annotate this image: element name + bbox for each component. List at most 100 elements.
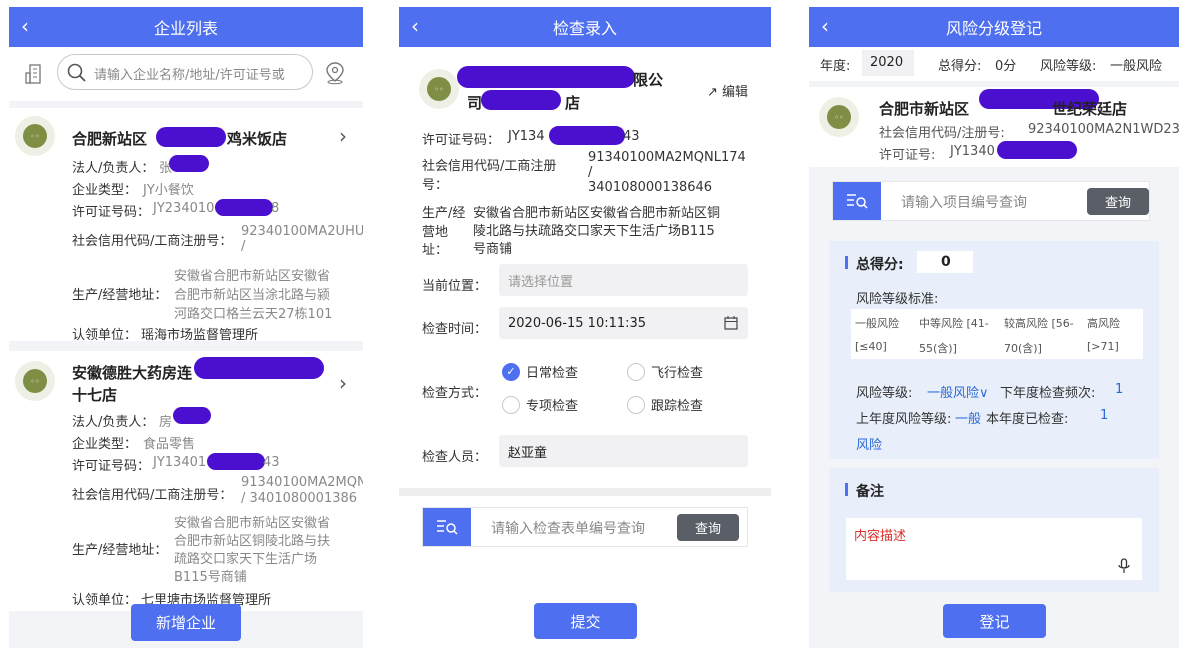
checkmark-icon: ✓ bbox=[502, 362, 520, 381]
enterprise-name: 限公 bbox=[633, 71, 664, 89]
page-title: 检查录入 bbox=[552, 19, 617, 38]
enterprise-name: 安徽德胜大药房连 bbox=[72, 364, 193, 382]
redaction bbox=[457, 66, 635, 88]
divider bbox=[399, 488, 771, 496]
location-pin-icon[interactable] bbox=[324, 61, 346, 85]
search-placeholder: 请输入企业名称/地址/许可证号或 bbox=[94, 68, 285, 83]
redaction bbox=[997, 141, 1077, 159]
credit-value: 92340100MA2N1WD23 bbox=[1028, 122, 1179, 137]
inspector-field[interactable]: 赵亚童 bbox=[499, 435, 748, 467]
method-option-daily[interactable]: ✓ 日常检查 bbox=[502, 362, 578, 381]
risk-level-select[interactable]: 一般风险∨ bbox=[927, 382, 989, 401]
top-bar: ‹ 企业列表 bbox=[9, 7, 363, 47]
credit-value-2: / bbox=[588, 165, 593, 180]
standard-range: [>71] bbox=[1087, 340, 1119, 353]
add-enterprise-button[interactable]: 新增企业 bbox=[131, 604, 241, 641]
time-label: 检查时间： bbox=[422, 322, 488, 337]
enterprise-card[interactable]: ◦◦ 合肥新站区 鸡米饭店 › 法人/负责人： 张 企业类型： JY小餐饮 许可… bbox=[9, 108, 363, 343]
location-select[interactable]: 请选择位置 bbox=[499, 264, 748, 296]
form-search-input[interactable]: 请输入检查表单编号查询 bbox=[491, 518, 671, 538]
checked-value: 1 bbox=[1100, 408, 1109, 423]
standard-name: 较高风险 [56- bbox=[1004, 317, 1074, 330]
license-label: 许可证号: bbox=[879, 148, 936, 163]
address-line: 号商铺 bbox=[473, 242, 513, 257]
summary-bar: 年度: 2020 总得分: 0分 风险等级: 一般风险 bbox=[809, 47, 1179, 81]
edit-button[interactable]: ↗ 编辑 bbox=[707, 81, 748, 100]
method-label: 检查方式： bbox=[422, 386, 488, 401]
chevron-right-icon[interactable]: › bbox=[339, 371, 347, 395]
redaction bbox=[481, 90, 561, 110]
top-bar: ‹ 检查录入 bbox=[399, 7, 771, 47]
back-arrow-icon[interactable]: ‹ bbox=[21, 15, 29, 37]
standard-name: 一般风险 bbox=[855, 317, 899, 330]
type-value: JY小餐饮 bbox=[143, 183, 194, 198]
license-tail: 43 bbox=[623, 129, 640, 144]
back-arrow-icon[interactable]: ‹ bbox=[821, 15, 829, 37]
credit-value-3: 340108000138646 bbox=[588, 180, 713, 195]
year-select[interactable]: 2020 bbox=[862, 50, 914, 76]
query-button[interactable]: 查询 bbox=[1087, 188, 1149, 215]
enterprise-logo: ◦◦ bbox=[15, 116, 55, 156]
standard-range: [≤40] bbox=[855, 340, 887, 353]
method-option-flight[interactable]: 飞行检查 bbox=[627, 362, 703, 381]
back-arrow-icon[interactable]: ‹ bbox=[411, 15, 419, 37]
redaction bbox=[207, 453, 265, 470]
submit-button[interactable]: 提交 bbox=[534, 603, 637, 639]
address-line: 安徽省合肥市新站区安徽省 bbox=[174, 269, 331, 284]
time-picker[interactable]: 2020-06-15 10:11:35 bbox=[499, 307, 748, 339]
next-freq-label: 下年度检查频次: bbox=[1000, 386, 1096, 401]
building-icon[interactable] bbox=[24, 63, 46, 85]
address-label: 生产/经营地址： bbox=[72, 288, 168, 303]
radio-circle-icon bbox=[627, 395, 645, 414]
search-icon bbox=[67, 63, 86, 82]
search-input[interactable]: 请输入企业名称/地址/许可证号或 bbox=[57, 54, 313, 90]
redaction bbox=[194, 357, 324, 379]
total-label: 总得分: bbox=[938, 59, 982, 74]
section-marker bbox=[845, 256, 848, 269]
edit-label: 编辑 bbox=[722, 85, 749, 100]
standard-range: 55(含)] bbox=[919, 342, 957, 355]
enterprise-name-tail: 世纪荣廷店 bbox=[1052, 100, 1128, 118]
checked-label: 本年度已检查: bbox=[986, 412, 1069, 427]
credit-value: 91340100MA2MQNL174 bbox=[588, 150, 746, 165]
unit-label: 认领单位： bbox=[72, 328, 138, 343]
credit-label: 社会信用代码/工商注册号： bbox=[72, 234, 233, 249]
page-title: 企业列表 bbox=[153, 19, 218, 38]
license-value: JY1340 bbox=[950, 144, 995, 159]
enterprise-name-line2-tail: 店 bbox=[565, 94, 581, 112]
list-search-icon[interactable] bbox=[423, 508, 471, 546]
enterprise-card[interactable]: ◦◦ 安徽德胜大药房连 十七店 › 法人/负责人： 房 企业类型： 食品零售 许… bbox=[9, 351, 363, 611]
query-button[interactable]: 查询 bbox=[677, 514, 739, 541]
type-label: 企业类型： bbox=[72, 437, 138, 452]
microphone-icon[interactable] bbox=[1118, 558, 1130, 574]
list-search-icon[interactable] bbox=[833, 182, 881, 220]
remark-textarea[interactable]: 内容描述 bbox=[846, 518, 1142, 580]
remark-panel: 备注 内容描述 bbox=[829, 468, 1159, 592]
license-label: 许可证号码： bbox=[72, 459, 151, 474]
method-option-label: 专项检查 bbox=[526, 399, 579, 414]
credit-label: 社会信用代码/工商注册号： bbox=[72, 488, 233, 503]
location-placeholder: 请选择位置 bbox=[508, 274, 574, 290]
license-label: 许可证号码： bbox=[72, 205, 151, 220]
credit-label-2: 号： bbox=[422, 178, 449, 193]
item-search-input[interactable]: 请输入项目编号查询 bbox=[901, 192, 1027, 212]
enterprise-name-line2: 司 bbox=[467, 94, 483, 112]
section-marker bbox=[845, 483, 848, 496]
address-line: B115号商铺 bbox=[174, 570, 247, 585]
inspector-value: 赵亚童 bbox=[508, 445, 548, 461]
enterprise-name-tail: 鸡米饭店 bbox=[227, 130, 288, 148]
method-option-special[interactable]: 专项检查 bbox=[502, 395, 578, 414]
address-line: 疏路交口家天下生活广场 bbox=[174, 552, 318, 567]
page-title: 风险分级登记 bbox=[945, 19, 1042, 38]
calendar-icon bbox=[724, 316, 738, 330]
credit-label: 社会信用代码/注册号: bbox=[879, 126, 1005, 141]
register-button[interactable]: 登记 bbox=[943, 604, 1046, 638]
chevron-right-icon[interactable]: › bbox=[339, 124, 347, 148]
method-option-tracking[interactable]: 跟踪检查 bbox=[627, 395, 703, 414]
address-line: 合肥市新站区当涂北路与颍 bbox=[174, 288, 331, 303]
unit-value: 瑶海市场监督管理所 bbox=[141, 328, 259, 343]
credit-label: 社会信用代码/工商注册 bbox=[422, 159, 557, 174]
enterprise-logo: ◦◦ bbox=[419, 69, 459, 109]
search-bar: 请输入企业名称/地址/许可证号或 bbox=[9, 47, 363, 101]
enterprise-list-screen: ‹ 企业列表 请输入企业名称/地址/许可证号或 ◦◦ 合肥新站区 鸡米饭店 › … bbox=[9, 7, 363, 648]
